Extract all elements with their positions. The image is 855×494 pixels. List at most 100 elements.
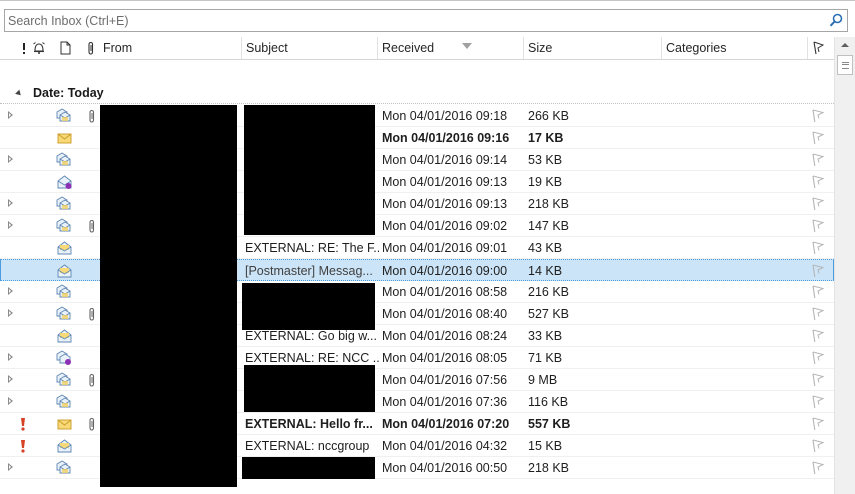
scroll-up-button[interactable] [835, 37, 855, 54]
search-input[interactable] [5, 10, 823, 31]
attachment-icon [89, 109, 95, 123]
conversation-meeting-icon [56, 350, 71, 365]
flag-icon[interactable] [811, 109, 825, 123]
column-from[interactable]: From [99, 37, 242, 59]
expand-conversation-icon[interactable] [8, 375, 13, 383]
flag-icon[interactable] [811, 285, 825, 299]
expand-conversation-icon[interactable] [8, 221, 13, 229]
flag-icon[interactable] [811, 175, 825, 189]
unread-mail-icon [57, 419, 72, 430]
redacted-subject-block-3 [244, 365, 375, 412]
collapse-group-icon[interactable] [15, 89, 23, 98]
message-list[interactable]: Date: Today Mon 04/01/2016 09:18 266 KB Mo… [0, 60, 834, 494]
flag-icon[interactable] [811, 461, 825, 475]
size-cell: 527 KB [528, 307, 570, 321]
received-cell: Mon 04/01/2016 07:20 [382, 417, 510, 431]
flag-icon[interactable] [811, 264, 825, 278]
scroll-thumb[interactable] [837, 55, 853, 75]
conversation-icon [56, 152, 71, 166]
received-cell: Mon 04/01/2016 04:32 [382, 439, 508, 453]
group-header-today[interactable]: Date: Today [0, 82, 834, 104]
received-cell: Mon 04/01/2016 09:02 [382, 219, 508, 233]
read-mail-icon [57, 329, 72, 343]
subject-cell: EXTERNAL: nccgroup [245, 439, 370, 453]
expand-conversation-icon[interactable] [8, 111, 13, 119]
high-importance-icon [21, 418, 25, 431]
flag-icon[interactable] [811, 307, 825, 321]
flag-icon[interactable] [811, 219, 825, 233]
received-cell: Mon 04/01/2016 07:56 [382, 373, 508, 387]
attachment-icon [89, 219, 95, 233]
flag-icon[interactable] [811, 241, 825, 255]
flag-icon[interactable] [811, 329, 825, 343]
expand-conversation-icon[interactable] [8, 199, 13, 207]
size-cell: 53 KB [528, 153, 563, 167]
attachment-column-icon[interactable] [86, 40, 96, 56]
flag-icon[interactable] [811, 417, 825, 431]
flag-icon[interactable] [811, 131, 825, 145]
group-label: Date: Today [33, 86, 104, 100]
received-cell: Mon 04/01/2016 09:14 [382, 153, 508, 167]
size-cell: 9 MB [528, 373, 558, 387]
conversation-icon [56, 306, 71, 320]
importance-column-icon[interactable] [20, 40, 28, 56]
flag-icon[interactable] [811, 351, 825, 365]
flag-icon[interactable] [811, 439, 825, 453]
flag-column-icon[interactable] [811, 40, 825, 56]
received-cell: Mon 04/01/2016 08:05 [382, 351, 508, 365]
unread-mail-icon [57, 133, 72, 144]
column-received-label: Received [382, 41, 435, 55]
received-cell: Mon 04/01/2016 09:16 [382, 131, 510, 145]
redacted-subject-block-1 [244, 105, 375, 235]
conversation-icon [56, 372, 71, 386]
conversation-icon [56, 394, 71, 408]
received-cell: Mon 04/01/2016 07:36 [382, 395, 508, 409]
redacted-subject-block-2 [242, 283, 375, 330]
conversation-icon [56, 460, 71, 474]
received-cell: Mon 04/01/2016 00:50 [382, 461, 508, 475]
column-categories[interactable]: Categories [662, 37, 808, 59]
expand-conversation-icon[interactable] [8, 463, 13, 471]
expand-conversation-icon[interactable] [8, 309, 13, 317]
size-cell: 17 KB [528, 131, 564, 145]
search-box[interactable] [4, 9, 848, 32]
vertical-scrollbar[interactable] [834, 37, 855, 494]
icon-column-icon[interactable] [58, 40, 72, 56]
size-cell: 218 KB [528, 461, 570, 475]
conversation-icon [56, 284, 71, 298]
size-cell: 266 KB [528, 109, 570, 123]
subject-cell: [Postmaster] Messag... [245, 264, 373, 278]
received-cell: Mon 04/01/2016 09:00 [382, 264, 508, 278]
column-size[interactable]: Size [524, 37, 662, 59]
received-cell: Mon 04/01/2016 08:40 [382, 307, 508, 321]
column-received[interactable]: Received [378, 37, 524, 59]
size-cell: 218 KB [528, 197, 570, 211]
column-subject[interactable]: Subject [242, 37, 378, 59]
reminder-column-icon[interactable] [32, 40, 46, 56]
expand-conversation-icon[interactable] [8, 353, 13, 361]
redacted-from-column [100, 105, 237, 487]
conversation-icon [56, 108, 71, 122]
size-cell: 15 KB [528, 439, 563, 453]
size-cell: 14 KB [528, 264, 563, 278]
received-cell: Mon 04/01/2016 09:13 [382, 175, 508, 189]
size-cell: 147 KB [528, 219, 570, 233]
flag-icon[interactable] [811, 373, 825, 387]
flag-icon[interactable] [811, 395, 825, 409]
flag-icon[interactable] [811, 153, 825, 167]
expand-conversation-icon[interactable] [8, 287, 13, 295]
expand-conversation-icon[interactable] [8, 155, 13, 163]
size-cell: 216 KB [528, 285, 570, 299]
search-icon[interactable] [828, 12, 845, 29]
column-categories-label: Categories [666, 41, 727, 55]
expand-conversation-icon[interactable] [8, 397, 13, 405]
high-importance-icon [21, 440, 25, 453]
size-cell: 557 KB [528, 417, 571, 431]
size-cell: 33 KB [528, 329, 563, 343]
flag-icon[interactable] [811, 197, 825, 211]
search-bar [0, 0, 855, 37]
received-cell: Mon 04/01/2016 09:18 [382, 109, 508, 123]
column-subject-label: Subject [246, 41, 288, 55]
column-from-label: From [103, 41, 133, 55]
column-header: From Subject Received Size Categories [0, 37, 834, 60]
